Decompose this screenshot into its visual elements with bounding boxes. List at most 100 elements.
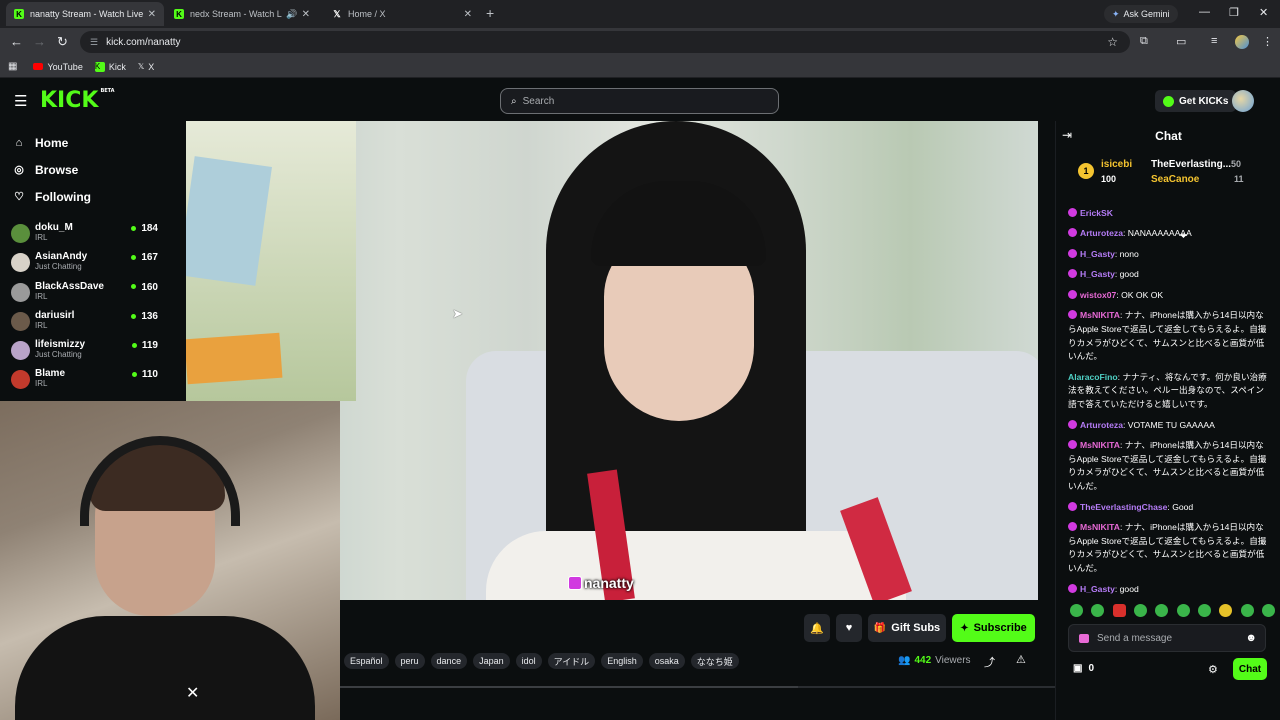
report-icon[interactable]: ⚠: [1016, 653, 1026, 666]
user-avatar[interactable]: [1232, 90, 1254, 112]
sidebar-channel-item[interactable]: AsianAndy Just Chatting 167: [0, 249, 170, 278]
channel-category: Just Chatting: [35, 350, 82, 360]
chat-username[interactable]: H_Gasty: [1080, 249, 1115, 259]
kicks-balance[interactable]: ▣ 0: [1073, 663, 1094, 674]
webcam-scene-body: [15, 616, 315, 720]
sidebar-channel-item[interactable]: doku_M IRL 184: [0, 220, 170, 249]
subscribe-button[interactable]: ✦ Subscribe: [952, 614, 1035, 642]
stream-tag[interactable]: osaka: [648, 653, 685, 669]
stream-tag[interactable]: idol: [515, 653, 542, 669]
extensions-icon[interactable]: ⧉: [1140, 35, 1148, 48]
notification-bell-button[interactable]: 🔔: [804, 614, 830, 642]
get-kicks-button[interactable]: Get KICKs: [1155, 90, 1237, 112]
gift-icon[interactable]: [1079, 633, 1089, 643]
stream-tag[interactable]: dance: [430, 653, 468, 669]
url-input[interactable]: ☰ kick.com/nanatty ☆: [80, 31, 1130, 53]
emote-icon[interactable]: [1176, 604, 1190, 617]
browser-tab-nanatty[interactable]: K nanatty Stream - Watch Live on ✕: [6, 2, 164, 26]
sidebar-item-following[interactable]: ♡ Following: [0, 183, 170, 210]
minimize-icon[interactable]: —: [1199, 6, 1210, 18]
browser-tab-x[interactable]: 𝕏 Home / X ✕: [324, 2, 480, 26]
chat-username[interactable]: Arturoteza: [1080, 420, 1123, 430]
sidebar-item-browse[interactable]: ◎ Browse: [0, 156, 170, 183]
sidebar-channel-item[interactable]: Blame IRL 110: [0, 366, 170, 395]
chat-username[interactable]: TheEverlastingChase: [1080, 502, 1167, 512]
emoji-icon[interactable]: ☻: [1245, 632, 1257, 644]
chat-username[interactable]: ErickSK: [1080, 208, 1113, 218]
avatar: [11, 282, 30, 302]
emote-icon[interactable]: [1070, 604, 1083, 617]
stream-tag[interactable]: English: [601, 653, 643, 669]
close-icon[interactable]: ✕: [464, 9, 472, 20]
chat-username[interactable]: MsNIKITA: [1080, 522, 1120, 532]
emote-icon[interactable]: [1112, 604, 1126, 617]
window-close-icon[interactable]: ✕: [1259, 6, 1268, 19]
avatar: [11, 253, 30, 273]
sidebar-item-home[interactable]: ⌂ Home: [0, 129, 170, 156]
gemini-icon: ✦: [1112, 8, 1120, 19]
stream-tag[interactable]: Japan: [473, 653, 510, 669]
emote-icon[interactable]: [1219, 604, 1233, 617]
chat-header: ⇥ Chat: [1056, 121, 1280, 151]
bookmark-label: YouTube: [47, 61, 83, 72]
browser-tab-nedx[interactable]: K nedx Stream - Watch Live o 🔊 ✕: [166, 2, 318, 26]
bookmark-kick[interactable]: K Kick: [94, 61, 126, 72]
chat-username[interactable]: MsNIKITA: [1080, 310, 1120, 320]
badge-icon: [1068, 228, 1077, 238]
reload-icon[interactable]: ↻: [57, 34, 68, 50]
new-tab-button[interactable]: +: [486, 5, 494, 21]
emote-icon[interactable]: [1091, 604, 1105, 617]
hamburger-menu-icon[interactable]: ☰: [14, 92, 27, 110]
sidebar-channel-item[interactable]: lifeismizzy Just Chatting 119: [0, 337, 170, 366]
kick-icon: K: [94, 61, 105, 72]
url-text: kick.com/nanatty: [106, 36, 181, 48]
tab-search-icon[interactable]: ≡: [1211, 35, 1217, 47]
channel-viewers: 160: [131, 282, 158, 293]
back-icon[interactable]: ←: [10, 34, 23, 49]
browser-profile-avatar[interactable]: [1235, 35, 1249, 49]
bookmark-youtube[interactable]: YouTube: [33, 61, 83, 72]
chat-username[interactable]: H_Gasty: [1080, 584, 1115, 594]
menu-icon[interactable]: ⋮: [1262, 35, 1273, 48]
kick-logo[interactable]: KICK BETA: [40, 88, 115, 113]
stream-tag[interactable]: アイドル: [547, 653, 596, 669]
sidebar-channel-item[interactable]: BlackAssDave IRL 160: [0, 279, 170, 308]
kicks-leaderboard[interactable]: 1 isicebi 100 TheEverlasting... 50 SeaCa…: [1076, 157, 1276, 241]
apps-grid-icon[interactable]: ▦: [8, 61, 17, 72]
chat-message: AlaracoFino: ナナティ、将なんです。何か良い治療法を教えてください。…: [1056, 367, 1280, 415]
gear-icon[interactable]: ⚙: [1208, 663, 1218, 676]
cast-icon[interactable]: ▭: [1176, 35, 1186, 48]
follow-button[interactable]: ♥: [836, 614, 862, 642]
stream-tag[interactable]: ななち姫: [690, 653, 739, 669]
sidebar-item-label: Browse: [35, 162, 79, 177]
bookmark-star-icon[interactable]: ☆: [1107, 35, 1118, 49]
chat-username[interactable]: wistox07: [1080, 290, 1116, 300]
chat-username[interactable]: MsNIKITA: [1080, 440, 1120, 450]
emote-icon[interactable]: [1197, 604, 1211, 617]
browser-tab-strip: K nanatty Stream - Watch Live on ✕ K ned…: [0, 0, 1280, 28]
ask-gemini-button[interactable]: ✦ Ask Gemini: [1104, 5, 1178, 23]
chat-message-input[interactable]: Send a message ☻: [1068, 624, 1266, 652]
send-chat-button[interactable]: Chat: [1233, 658, 1267, 680]
gift-subs-button[interactable]: 🎁 Gift Subs: [868, 614, 946, 642]
bookmark-x[interactable]: 𝕏 X: [138, 62, 154, 72]
close-icon[interactable]: ✕: [302, 9, 310, 20]
emote-icon[interactable]: [1133, 604, 1147, 617]
chat-username[interactable]: Arturoteza: [1080, 228, 1123, 238]
maximize-icon[interactable]: ❐: [1229, 6, 1239, 19]
emote-icon[interactable]: [1240, 604, 1254, 617]
sidebar-channel-item[interactable]: dariusirl IRL 136: [0, 308, 170, 337]
site-info-icon[interactable]: ☰: [90, 37, 98, 48]
chat-username[interactable]: H_Gasty: [1080, 269, 1115, 279]
chat-username[interactable]: AlaracoFino: [1068, 372, 1118, 382]
stream-tag[interactable]: peru: [394, 653, 425, 669]
emote-icon[interactable]: [1155, 604, 1169, 617]
forward-icon[interactable]: →: [33, 34, 46, 49]
leaderboard-amount: 100: [1101, 174, 1117, 184]
emote-icon[interactable]: [1261, 604, 1275, 617]
close-icon[interactable]: ✕: [148, 9, 156, 20]
share-icon[interactable]: ⤴: [984, 654, 995, 670]
speaker-icon[interactable]: 🔊: [286, 9, 297, 20]
search-input[interactable]: ⌕ Search: [500, 88, 779, 114]
stream-tag[interactable]: Español: [344, 653, 389, 669]
